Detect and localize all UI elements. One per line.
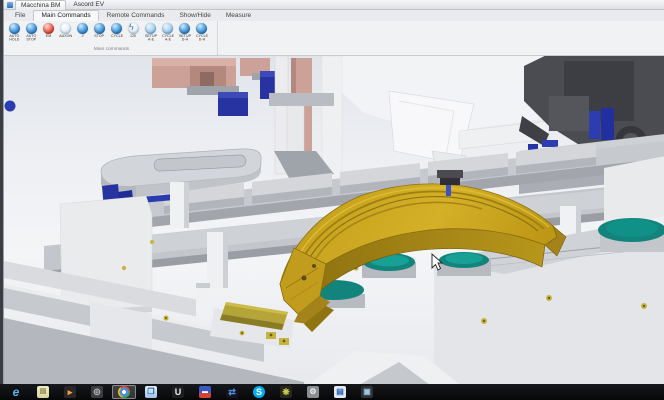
button-setup-dh[interactable]: SETUPD-H: [176, 22, 193, 47]
taskbar-icon-image-viewer[interactable]: ▣: [355, 385, 379, 399]
taskbar: e ▤ ▸ ◎ ❐ U ▬ ⇄ S ❋ ⚙ ▤ ▣: [0, 384, 664, 400]
skype-icon: S: [253, 386, 265, 398]
taskbar-icon-camera-tool[interactable]: ◎: [85, 385, 109, 399]
titlebar: Macchina BM Ascord EV: [4, 0, 664, 10]
round-led-icon: [179, 23, 190, 34]
round-led-icon: [111, 23, 122, 34]
taskbar-icon-sticky-notes[interactable]: ▤: [31, 385, 55, 399]
taskbar-icon-skype[interactable]: S: [247, 385, 271, 399]
button-auto-hold[interactable]: AUTOHOLD: [6, 22, 23, 47]
round-led-icon: [60, 23, 71, 34]
taskbar-icon-media-player[interactable]: ▸: [58, 385, 82, 399]
title-tab-ascord[interactable]: Ascord EV: [68, 0, 109, 9]
button-stop[interactable]: STOP: [91, 22, 108, 47]
round-led-icon: [43, 23, 54, 34]
ribbon-group-main-commands: AUTOHOLD AUTOSTOP EM AUXON // STOP CYCLE…: [4, 21, 218, 55]
screen: Macchina BM Ascord EV File Main Commands…: [0, 0, 664, 400]
machine-3d-scene: [4, 56, 664, 384]
left-edge-blue-part: [5, 101, 16, 112]
round-led-icon: [94, 23, 105, 34]
button-em[interactable]: EM: [40, 22, 57, 47]
floppy-icon: ▬: [199, 386, 211, 398]
taskbar-icon-file-explorer[interactable]: ❐: [139, 385, 163, 399]
round-led-icon: [162, 23, 173, 34]
ribbon-tabs: File Main Commands Remote Commands Show/…: [4, 10, 664, 21]
tab-measure[interactable]: Measure: [219, 11, 258, 21]
round-led-icon: ϟ: [128, 23, 139, 34]
machine-hmi-window: Macchina BM Ascord EV File Main Commands…: [3, 0, 664, 384]
title-tab-macchina[interactable]: Macchina BM: [15, 0, 66, 10]
internet-explorer-icon: e: [10, 386, 22, 398]
button-cycle-ae[interactable]: CYCLEA-E: [159, 22, 176, 47]
taskbar-icon-blue-document-app[interactable]: ▤: [328, 385, 352, 399]
machine-simulation-viewport[interactable]: [4, 56, 664, 384]
lightning-icon: ϟ: [129, 22, 134, 32]
button-auto-stop[interactable]: AUTOSTOP: [23, 22, 40, 47]
chrome-icon: [118, 386, 130, 398]
taskbar-icon-chrome-active[interactable]: [112, 385, 136, 399]
taskbar-icon-yellow-utility[interactable]: ❋: [274, 385, 298, 399]
cutting-tool: [446, 185, 451, 196]
round-led-icon: [26, 23, 37, 34]
file-explorer-icon: ❐: [145, 386, 157, 398]
round-led-icon: [196, 23, 207, 34]
ribbon: File Main Commands Remote Commands Show/…: [4, 10, 664, 56]
tab-remote-commands[interactable]: Remote Commands: [100, 11, 172, 21]
button-auxon[interactable]: AUXON: [57, 22, 74, 47]
round-led-icon: [77, 23, 88, 34]
gray-utility-icon: ⚙: [307, 386, 319, 398]
taskbar-icon-save-floppy-app[interactable]: ▬: [193, 385, 217, 399]
button-setup-ae[interactable]: SETUPA-E: [142, 22, 159, 47]
button-cycle[interactable]: CYCLE: [108, 22, 125, 47]
yellow-utility-icon: ❋: [280, 386, 292, 398]
taskbar-icon-remote-desktop[interactable]: ⇄: [220, 385, 244, 399]
blue-document-icon: ▤: [334, 386, 346, 398]
tab-show-hide[interactable]: Show/Hide: [172, 11, 217, 21]
button-slash[interactable]: //: [74, 22, 91, 47]
u-app-icon: U: [172, 386, 184, 398]
round-led-icon: [145, 23, 156, 34]
tab-main-commands[interactable]: Main Commands: [33, 10, 98, 21]
app-icon: [7, 2, 13, 8]
sticky-notes-icon: ▤: [37, 386, 49, 398]
ribbon-buttons: AUTOHOLD AUTOSTOP EM AUXON // STOP CYCLE…: [6, 22, 217, 47]
magazine-blue-slide: [589, 111, 600, 139]
button-cycle-dh[interactable]: CYCLED-H: [193, 22, 210, 47]
image-viewer-icon: ▣: [361, 386, 373, 398]
tab-file[interactable]: File: [8, 11, 32, 21]
ribbon-group-label: Main commands: [27, 47, 196, 53]
remote-desktop-icon: ⇄: [226, 386, 238, 398]
button-120[interactable]: ϟ120: [125, 22, 142, 47]
taskbar-icon-gray-utility[interactable]: ⚙: [301, 385, 325, 399]
camera-icon: ◎: [91, 386, 103, 398]
taskbar-icon-internet-explorer[interactable]: e: [4, 385, 28, 399]
media-player-icon: ▸: [64, 386, 76, 398]
round-led-icon: [9, 23, 20, 34]
taskbar-icon-dark-u-app[interactable]: U: [166, 385, 190, 399]
